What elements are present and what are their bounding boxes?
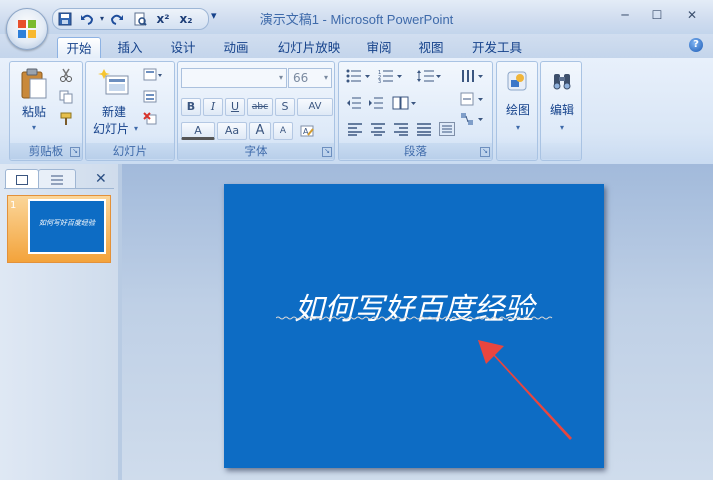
drawing-label: 绘图 bbox=[505, 103, 530, 117]
decrease-indent-icon[interactable] bbox=[345, 96, 363, 112]
new-slide-button[interactable]: 新建 幻灯片 ▾ bbox=[88, 66, 140, 140]
reset-slide-icon[interactable] bbox=[142, 90, 158, 106]
layout-icon[interactable] bbox=[142, 68, 164, 84]
font-size-value: 66 bbox=[293, 71, 309, 85]
title-bar: ▾ x² x₂ ▾ 演示文稿1 - Microsoft PowerPoint ─… bbox=[0, 0, 713, 34]
font-name-combo[interactable]: ▾ bbox=[181, 68, 287, 88]
paragraph-group-label: 段落 bbox=[339, 143, 492, 159]
copy-icon[interactable] bbox=[58, 90, 74, 106]
drawing-shapes-icon bbox=[507, 71, 527, 91]
editing-group-label bbox=[541, 143, 581, 159]
character-spacing-button[interactable]: AV bbox=[297, 98, 333, 116]
minimize-button[interactable]: ─ bbox=[616, 8, 634, 24]
maximize-button[interactable]: ☐ bbox=[648, 8, 666, 24]
font-name-dropdown-icon: ▾ bbox=[278, 73, 283, 82]
slide-thumbnail-1[interactable]: 1 如何写好百度经验 bbox=[7, 195, 111, 263]
close-pane-icon[interactable]: ✕ bbox=[95, 171, 107, 187]
smartart-icon[interactable] bbox=[459, 112, 487, 128]
office-button[interactable] bbox=[6, 8, 48, 50]
binoculars-icon bbox=[553, 74, 571, 90]
office-logo-icon bbox=[18, 20, 36, 38]
align-center-icon[interactable] bbox=[368, 122, 388, 138]
new-slide-label-line2: 幻灯片 bbox=[92, 122, 129, 136]
new-slide-icon bbox=[98, 69, 129, 95]
font-size-combo[interactable]: 66 ▾ bbox=[288, 68, 332, 88]
strikethrough-button[interactable]: abc bbox=[247, 98, 273, 116]
window-title: 演示文稿1 - Microsoft PowerPoint bbox=[259, 12, 454, 27]
editing-dropdown-icon: ▾ bbox=[559, 123, 564, 132]
tab-design[interactable]: 设计 bbox=[162, 37, 204, 58]
slides-tab-icon bbox=[16, 175, 28, 185]
shrink-font-button[interactable]: A bbox=[273, 122, 293, 140]
bold-button[interactable]: B bbox=[181, 98, 201, 116]
increase-indent-icon[interactable] bbox=[367, 96, 385, 112]
annotation-arrow bbox=[478, 340, 572, 440]
tab-slides-thumbnails[interactable] bbox=[5, 169, 39, 189]
font-color-button[interactable]: A bbox=[181, 122, 215, 140]
grow-font-button[interactable]: A bbox=[249, 122, 271, 140]
pane-divider bbox=[4, 188, 114, 189]
numbering-icon[interactable]: 123 bbox=[377, 69, 405, 85]
help-icon[interactable]: ? bbox=[689, 38, 703, 52]
close-button[interactable]: ✕ bbox=[683, 8, 701, 24]
paste-icon bbox=[21, 68, 47, 99]
paragraph-launcher-icon[interactable]: ↘ bbox=[480, 147, 490, 157]
tab-view[interactable]: 视图 bbox=[410, 37, 452, 58]
tab-animations[interactable]: 动画 bbox=[215, 37, 257, 58]
format-painter-icon[interactable] bbox=[58, 112, 74, 128]
thumbnail-image: 如何写好百度经验 bbox=[28, 199, 106, 254]
thumbnail-title: 如何写好百度经验 bbox=[39, 219, 95, 227]
ribbon-tabs: 开始 插入 设计 动画 幻灯片放映 审阅 视图 开发工具 ? bbox=[0, 34, 713, 59]
text-direction-icon[interactable] bbox=[459, 69, 487, 85]
clipboard-launcher-icon[interactable]: ↘ bbox=[70, 147, 80, 157]
clear-formatting-icon[interactable]: A bbox=[299, 123, 315, 139]
drawing-group[interactable]: 绘图 ▾ bbox=[496, 61, 538, 161]
italic-button[interactable]: I bbox=[203, 98, 223, 116]
tab-insert[interactable]: 插入 bbox=[109, 37, 151, 58]
align-text-icon[interactable] bbox=[459, 92, 487, 108]
change-case-button[interactable]: Aa bbox=[217, 122, 247, 140]
line-spacing-icon[interactable] bbox=[415, 69, 443, 85]
slides-group: 新建 幻灯片 ▾ 幻灯片 bbox=[85, 61, 175, 161]
bullets-icon[interactable] bbox=[345, 69, 373, 85]
ribbon: 粘贴 ▾ 剪贴板 ↘ 新建 幻灯片 ▾ 幻灯片 ▾ 66 ▾ B I U abc… bbox=[0, 58, 713, 165]
font-group-label: 字体 bbox=[178, 143, 334, 159]
columns-icon[interactable] bbox=[391, 96, 419, 112]
justify-icon[interactable] bbox=[414, 122, 434, 138]
slides-pane: ✕ 1 如何写好百度经验 bbox=[0, 164, 119, 480]
editing-group[interactable]: 编辑 ▾ bbox=[540, 61, 582, 161]
paste-label: 粘贴 bbox=[21, 105, 46, 119]
delete-slide-icon[interactable] bbox=[142, 112, 158, 128]
shadow-button[interactable]: S bbox=[275, 98, 295, 116]
svg-text:3: 3 bbox=[378, 79, 381, 83]
font-launcher-icon[interactable]: ↘ bbox=[322, 147, 332, 157]
tab-slide-show[interactable]: 幻灯片放映 bbox=[270, 37, 348, 58]
new-slide-dropdown-icon: ▾ bbox=[133, 124, 138, 133]
tab-outline[interactable] bbox=[38, 169, 76, 189]
clipboard-group: 粘贴 ▾ 剪贴板 ↘ bbox=[9, 61, 83, 161]
paste-dropdown-icon: ▾ bbox=[31, 123, 36, 132]
tab-home[interactable]: 开始 bbox=[57, 37, 101, 59]
editing-label: 编辑 bbox=[549, 103, 574, 117]
drawing-group-label bbox=[497, 143, 537, 159]
new-slide-label-line1: 新建 bbox=[101, 105, 126, 119]
align-right-icon[interactable] bbox=[391, 122, 411, 138]
cut-icon[interactable] bbox=[58, 68, 74, 84]
underline-button[interactable]: U bbox=[225, 98, 245, 116]
paragraph-group: 123 段落 ↘ bbox=[338, 61, 493, 161]
align-left-icon[interactable] bbox=[345, 122, 365, 138]
paste-button[interactable]: 粘贴 ▾ bbox=[14, 66, 54, 140]
tab-review[interactable]: 审阅 bbox=[358, 37, 400, 58]
drawing-dropdown-icon: ▾ bbox=[515, 123, 520, 132]
font-group: ▾ 66 ▾ B I U abc S AV A Aa A A A 字体 ↘ bbox=[177, 61, 335, 161]
distribute-icon[interactable] bbox=[437, 122, 457, 138]
outline-tab-icon bbox=[51, 175, 63, 185]
slides-group-label: 幻灯片 bbox=[86, 143, 174, 159]
slide-number: 1 bbox=[10, 200, 17, 211]
tab-developer[interactable]: 开发工具 bbox=[465, 37, 529, 58]
font-size-dropdown-icon: ▾ bbox=[323, 73, 328, 82]
